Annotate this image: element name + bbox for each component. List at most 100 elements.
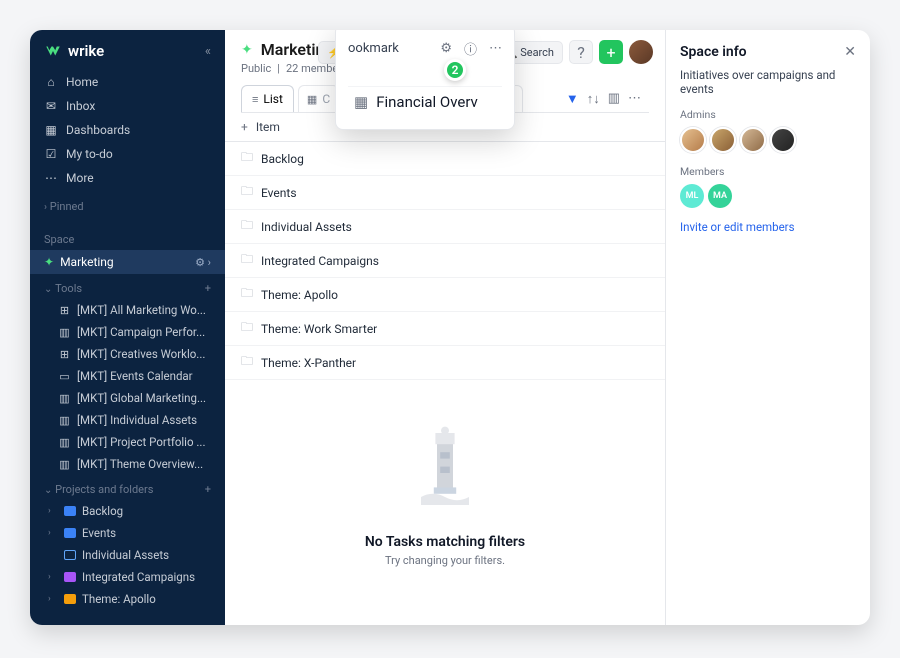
space-settings-icon[interactable]: ⚙ › xyxy=(195,256,211,269)
folder-icon: 🗀 xyxy=(241,216,253,237)
admins-label: Admins xyxy=(680,108,856,121)
tool-item[interactable]: ▥[MKT] Individual Assets xyxy=(30,409,225,431)
space-name: Marketing xyxy=(60,255,114,269)
members-label: Members xyxy=(680,165,856,178)
bookmark-label: ookmark xyxy=(348,41,399,56)
project-item[interactable]: ›Theme: Apollo xyxy=(30,588,225,610)
space-star-icon: ✦ xyxy=(241,42,253,58)
item-column-header[interactable]: Item xyxy=(256,120,280,134)
info-icon[interactable]: ⓘ xyxy=(464,39,477,58)
invite-members-link[interactable]: Invite or edit members xyxy=(680,220,856,234)
admins-avatars xyxy=(680,127,856,153)
projects-section[interactable]: ⌄ Projects and folders + xyxy=(30,475,225,500)
panel-title: Space info xyxy=(680,44,747,60)
folder-row[interactable]: 🗀Backlog xyxy=(225,142,665,176)
step-badge: 2 xyxy=(444,59,466,81)
tool-item[interactable]: ▥[MKT] Global Marketing... xyxy=(30,387,225,409)
visibility-text: Public xyxy=(241,62,271,75)
tool-item[interactable]: ⊞[MKT] All Marketing Wo... xyxy=(30,299,225,321)
project-item[interactable]: ›Individual Assets xyxy=(30,544,225,566)
admin-avatar[interactable] xyxy=(740,127,766,153)
list-icon: ≡ xyxy=(252,93,258,106)
member-avatar[interactable]: ML xyxy=(680,184,704,208)
more-icon[interactable]: ⋯ xyxy=(628,91,641,107)
folder-row[interactable]: 🗀Individual Assets xyxy=(225,210,665,244)
table-icon: ▥ xyxy=(58,326,71,339)
nav-label: More xyxy=(66,171,94,185)
folder-row[interactable]: 🗀Theme: Work Smarter xyxy=(225,312,665,346)
add-item-icon[interactable]: + xyxy=(241,120,248,134)
tools-list: ⊞[MKT] All Marketing Wo... ▥[MKT] Campai… xyxy=(30,299,225,475)
tools-section[interactable]: ⌄ Tools + xyxy=(30,274,225,299)
space-description: Initiatives over campaigns and events xyxy=(680,68,856,96)
project-item[interactable]: ›Integrated Campaigns xyxy=(30,566,225,588)
folder-icon: 🗀 xyxy=(241,284,253,305)
app-frame: wrike « ⌂Home ✉Inbox ▦ Dashboards ☑My to-… xyxy=(30,30,870,625)
nav-inbox[interactable]: ✉Inbox xyxy=(30,94,225,118)
folder-icon xyxy=(64,572,76,582)
table-icon: ▥ xyxy=(58,392,71,405)
sidebar: wrike « ⌂Home ✉Inbox ▦ Dashboards ☑My to-… xyxy=(30,30,225,625)
sort-icon[interactable]: ↑↓ xyxy=(587,91,600,107)
projects-label: Projects and folders xyxy=(55,483,153,496)
wrike-logo[interactable]: wrike xyxy=(44,42,104,60)
nav-label: Inbox xyxy=(66,99,95,113)
tab-collapsed-1[interactable]: ▦C xyxy=(298,85,339,112)
nav-dashboards[interactable]: ▦ Dashboards xyxy=(30,118,225,142)
user-avatar[interactable] xyxy=(629,40,653,64)
tools-label: Tools xyxy=(55,282,82,295)
admin-avatar[interactable] xyxy=(770,127,796,153)
todo-icon: ☑ xyxy=(44,147,58,161)
more-icon[interactable]: ⋯ xyxy=(489,41,502,56)
columns-icon[interactable]: ▥ xyxy=(608,91,620,107)
member-avatar[interactable]: MA xyxy=(708,184,732,208)
project-item[interactable]: ›Backlog xyxy=(30,500,225,522)
space-marketing[interactable]: ✦Marketing ⚙ › xyxy=(30,250,225,274)
tool-item[interactable]: ▥[MKT] Campaign Perfor... xyxy=(30,321,225,343)
popover-toolbar: ookmark ⚙ ⓘ ⋯ xyxy=(348,39,502,58)
gear-icon[interactable]: ⚙ xyxy=(440,41,452,56)
project-item[interactable]: ›Events xyxy=(30,522,225,544)
logo-row: wrike « xyxy=(30,30,225,68)
dashboard-icon: ▦ xyxy=(44,123,58,137)
collapse-sidebar-icon[interactable]: « xyxy=(205,44,211,59)
nav-more[interactable]: ⋯ More xyxy=(30,166,225,190)
tool-item[interactable]: ▭[MKT] Events Calendar xyxy=(30,365,225,387)
nav-label: Dashboards xyxy=(66,123,130,137)
folder-icon: 🗀 xyxy=(241,318,253,339)
table-icon: ▥ xyxy=(58,436,71,449)
lighthouse-icon xyxy=(400,410,490,520)
tool-item[interactable]: ⊞[MKT] Creatives Worklo... xyxy=(30,343,225,365)
filter-icon[interactable]: ▼ xyxy=(566,91,579,107)
nav-mytodo[interactable]: ☑My to-do xyxy=(30,142,225,166)
table-icon: ▥ xyxy=(58,414,71,427)
close-panel-icon[interactable]: ✕ xyxy=(844,44,856,60)
calendar-icon: ▭ xyxy=(58,370,71,383)
folder-row[interactable]: 🗀Theme: Apollo xyxy=(225,278,665,312)
empty-subtitle: Try changing your filters. xyxy=(385,554,505,567)
tool-item[interactable]: ▥[MKT] Theme Overview... xyxy=(30,453,225,475)
tool-item[interactable]: ▥[MKT] Project Portfolio ... xyxy=(30,431,225,453)
help-button[interactable]: ? xyxy=(569,40,593,64)
help-icon: ? xyxy=(577,43,585,62)
admin-avatar[interactable] xyxy=(710,127,736,153)
pinned-section[interactable]: › Pinned xyxy=(30,192,225,217)
folder-icon xyxy=(64,528,76,538)
more-icon: ⋯ xyxy=(44,171,58,185)
folder-row[interactable]: 🗀Theme: X-Panther xyxy=(225,346,665,380)
space-info-panel: Space info ✕ Initiatives over campaigns … xyxy=(665,30,870,625)
wrike-logo-icon xyxy=(44,42,62,60)
add-tool-icon[interactable]: + xyxy=(205,282,211,295)
pinned-label: Pinned xyxy=(50,200,84,213)
folder-row[interactable]: 🗀Events xyxy=(225,176,665,210)
create-button[interactable]: + xyxy=(599,40,623,64)
folder-icon: 🗀 xyxy=(241,148,253,169)
tab-list[interactable]: ≡List xyxy=(241,85,294,112)
add-project-icon[interactable]: + xyxy=(205,483,211,496)
projects-list: ›Backlog ›Events ›Individual Assets ›Int… xyxy=(30,500,225,610)
popover-tab[interactable]: ▦ Financial Overv xyxy=(348,86,502,111)
folder-row[interactable]: 🗀Integrated Campaigns xyxy=(225,244,665,278)
nav-home[interactable]: ⌂Home xyxy=(30,70,225,94)
admin-avatar[interactable] xyxy=(680,127,706,153)
home-icon: ⌂ xyxy=(44,75,58,89)
